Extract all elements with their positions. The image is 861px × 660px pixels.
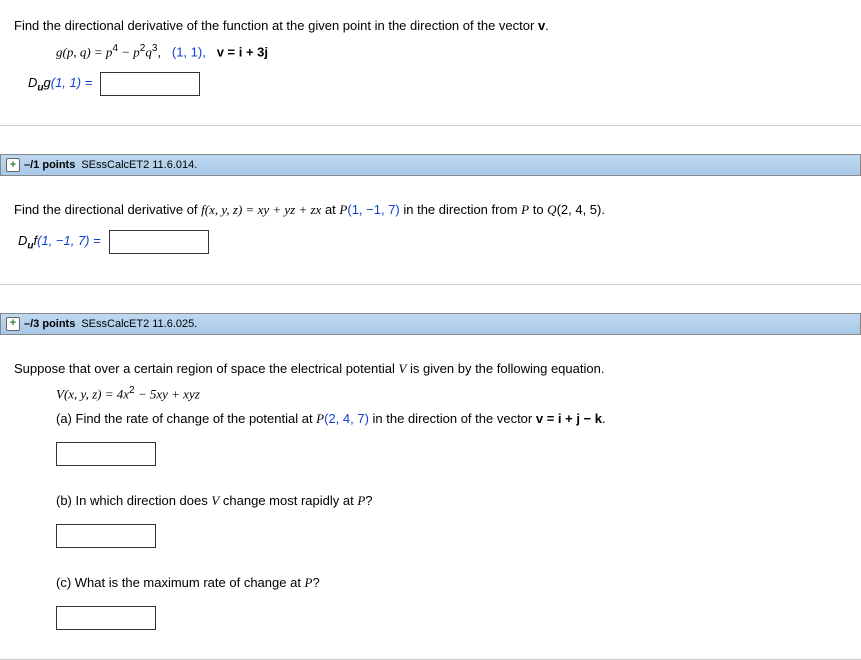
- q1-func-lhs: g(p, q) = p: [56, 44, 112, 59]
- q2-al-arg: (1, −1, 7) =: [37, 233, 101, 248]
- q2-to: to: [529, 202, 547, 217]
- q3-qm2: ?: [313, 575, 320, 590]
- q2-Qarg: (2, 4, 5).: [557, 202, 605, 217]
- q1-vec-eq: v = i + 3j: [217, 44, 268, 59]
- q2-P2: P: [521, 202, 529, 217]
- q3-pa-mid: in the direction of the vector: [369, 411, 536, 426]
- q1-period: .: [545, 18, 549, 33]
- q1-al-pre: D: [28, 75, 37, 90]
- q3-b-answer-row: [14, 524, 847, 549]
- q1-comma: ,: [157, 44, 161, 59]
- question-2: Find the directional derivative of f(x, …: [0, 184, 861, 284]
- q3-a-answer-row: [14, 442, 847, 467]
- q3-P3: P: [305, 575, 313, 590]
- q3-pb-end: change most rapidly at: [219, 493, 357, 508]
- q2-func: f(x, y, z) = xy + yz + zx: [201, 202, 321, 217]
- q1-al-arg: (1, 1) =: [51, 75, 93, 90]
- q3-pc: (c) What is the maximum rate of change a…: [56, 575, 305, 590]
- q1-minus: − p: [118, 44, 140, 59]
- expand-icon[interactable]: +: [6, 317, 20, 331]
- q3-Parg: (2, 4, 7): [324, 411, 369, 426]
- q3-frest: − 5xy + xyz: [135, 387, 200, 402]
- q3-header: + –/3 points SEssCalcET2 11.6.025.: [0, 313, 861, 335]
- q2-Parg: (1, −1, 7): [347, 202, 399, 217]
- q2-Q: Q: [547, 202, 556, 217]
- q2-answer-input[interactable]: [109, 230, 209, 254]
- q1-point: (1, 1),: [172, 44, 206, 59]
- q3-pb: (b) In which direction does: [56, 493, 211, 508]
- q2-points: –/1 points: [24, 159, 75, 171]
- q3-content: Suppose that over a certain region of sp…: [8, 353, 853, 649]
- q2-answer-row: Duf(1, −1, 7) =: [14, 229, 847, 256]
- expand-icon[interactable]: +: [6, 158, 20, 172]
- q3-intro: Suppose that over a certain region of sp…: [14, 357, 847, 382]
- q3-part-c: (c) What is the maximum rate of change a…: [14, 571, 847, 596]
- q1-prompt: Find the directional derivative of the f…: [14, 14, 847, 39]
- q1-answer-row: Dug(1, 1) =: [14, 71, 847, 98]
- q1-prompt-text: Find the directional derivative of the f…: [14, 18, 538, 33]
- q3-c-answer-input[interactable]: [56, 606, 156, 630]
- q1-answer-input[interactable]: [100, 72, 200, 96]
- q3-pa-end: .: [602, 411, 606, 426]
- q3-vec-eq: v = i + j − k: [536, 411, 602, 426]
- q1-function: g(p, q) = p4 − p2q3, (1, 1), v = i + 3j: [14, 39, 847, 65]
- q3-ia: Suppose that over a certain region of sp…: [14, 361, 398, 376]
- q3-function: V(x, y, z) = 4x2 − 5xy + xyz: [14, 381, 847, 407]
- q3-ref: SEssCalcET2 11.6.025.: [81, 318, 197, 330]
- q2-ref: SEssCalcET2 11.6.014.: [81, 159, 197, 171]
- q2-al-pre: D: [18, 233, 27, 248]
- q3-pa-pre: (a) Find the rate of change of the poten…: [56, 411, 316, 426]
- q1-content: Find the directional derivative of the f…: [8, 10, 853, 115]
- q3-part-b: (b) In which direction does V change mos…: [14, 489, 847, 514]
- q3-a-answer-input[interactable]: [56, 442, 156, 466]
- q3-qm: ?: [365, 493, 372, 508]
- q1-al-mid: g: [44, 75, 51, 90]
- q3-P: P: [316, 411, 324, 426]
- q2-pa: Find the directional derivative of: [14, 202, 201, 217]
- q3-flhs: V(x, y, z) = 4x: [56, 387, 129, 402]
- q2-pc: in the direction from: [400, 202, 521, 217]
- q1-answer-label: Dug(1, 1) =: [28, 71, 92, 98]
- q2-pb: at: [321, 202, 339, 217]
- q3-b-answer-input[interactable]: [56, 524, 156, 548]
- q2-content: Find the directional derivative of f(x, …: [8, 194, 853, 273]
- q3-points: –/3 points: [24, 318, 75, 330]
- spacer-2: [0, 285, 861, 313]
- spacer-1: [0, 126, 861, 154]
- q2-prompt: Find the directional derivative of f(x, …: [14, 198, 847, 223]
- question-3: Suppose that over a certain region of sp…: [0, 343, 861, 660]
- q3-c-answer-row: [14, 606, 847, 631]
- q2-answer-label: Duf(1, −1, 7) =: [18, 229, 101, 256]
- question-1: Find the directional derivative of the f…: [0, 0, 861, 126]
- q3-ib: is given by the following equation.: [406, 361, 604, 376]
- q3-part-a: (a) Find the rate of change of the poten…: [14, 407, 847, 432]
- q2-header: + –/1 points SEssCalcET2 11.6.014.: [0, 154, 861, 176]
